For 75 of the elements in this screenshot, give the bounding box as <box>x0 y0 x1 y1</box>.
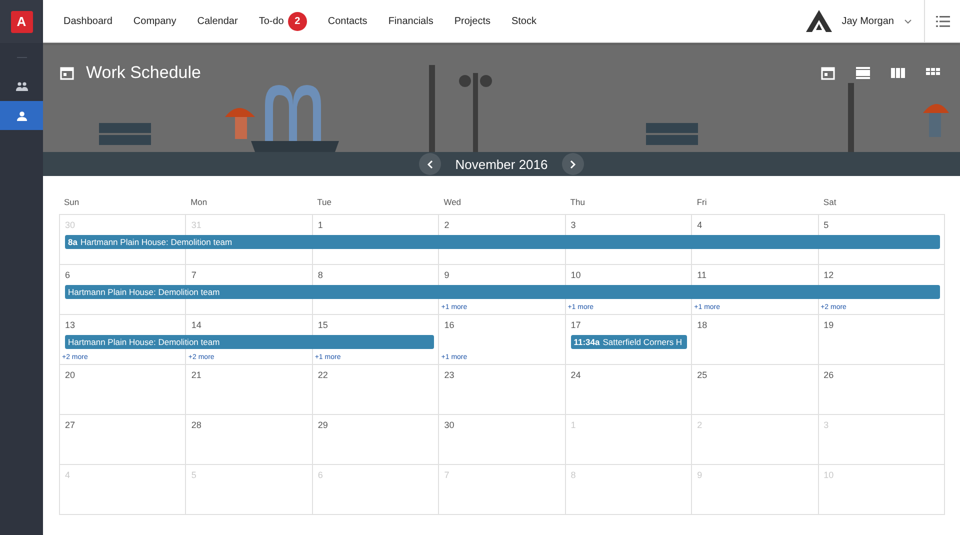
user-name[interactable]: Jay Morgan <box>842 16 894 26</box>
people-icon <box>16 82 28 91</box>
weekday-label: Sun <box>64 197 80 207</box>
lamp-post-drawing <box>848 83 854 152</box>
month-label: November 2016 <box>455 156 548 172</box>
day-number: 30 <box>444 420 454 430</box>
day-number: 26 <box>824 370 834 380</box>
day-number: 21 <box>191 370 202 380</box>
nav-link[interactable]: Stock <box>511 16 536 26</box>
day-number: 18 <box>697 320 708 330</box>
day-number: 2 <box>444 220 450 230</box>
day-number: 12 <box>824 270 834 280</box>
weekday-label: Sat <box>823 197 836 207</box>
view-button[interactable] <box>819 64 837 82</box>
company-logo <box>806 10 832 32</box>
day-number: 20 <box>65 370 76 380</box>
nav-link[interactable]: Projects <box>454 16 490 26</box>
event-bar[interactable]: Hartmann Plain House: Demolition team <box>65 335 434 349</box>
day-number: 7 <box>191 270 196 280</box>
view-button[interactable] <box>854 64 872 82</box>
weekday-label: Mon <box>190 197 208 207</box>
previous-month-button[interactable] <box>419 153 442 175</box>
day-number: 23 <box>444 370 454 380</box>
day-number: 27 <box>65 420 76 430</box>
day-number: 4 <box>697 220 702 230</box>
nav-link[interactable]: Contacts <box>328 16 368 26</box>
columns-icon <box>891 67 905 79</box>
day-number: 25 <box>697 370 708 380</box>
day-number: 15 <box>318 320 328 330</box>
person-icon <box>16 110 26 120</box>
weekday-label: Wed <box>444 197 462 207</box>
calendar-icon <box>821 66 835 80</box>
count-badge: 2 <box>288 12 307 30</box>
day-number: 1 <box>318 220 323 230</box>
chevron-down-icon[interactable] <box>904 18 912 24</box>
weekday-label: Tue <box>317 197 332 207</box>
day-number: 5 <box>824 220 829 230</box>
day-number: 17 <box>570 320 581 330</box>
bench-drawing <box>646 123 698 145</box>
chevron-right-icon <box>570 160 576 168</box>
day-number: 10 <box>570 270 581 280</box>
day-number: 13 <box>65 320 76 330</box>
event-bar[interactable]: 8a Hartmann Plain House: Demolition team <box>65 235 940 249</box>
day-number: 9 <box>444 270 450 280</box>
day-number: 8 <box>318 270 323 280</box>
list-icon <box>936 16 950 26</box>
nav-link[interactable]: Financials <box>388 16 434 26</box>
chevron-left-icon <box>427 160 434 168</box>
day-number: 14 <box>191 320 202 330</box>
event-bar[interactable]: Hartmann Plain House: Demolition team <box>65 285 940 299</box>
nav-link[interactable]: Company <box>133 16 176 26</box>
day-number: 16 <box>444 320 454 330</box>
next-month-button[interactable] <box>562 153 584 175</box>
sidebar-item[interactable] <box>0 101 43 130</box>
event-bar[interactable]: 11:34a Satterfield Corners H <box>570 335 688 349</box>
day-number: 3 <box>570 220 576 230</box>
weekday-label: Fri <box>696 197 707 207</box>
day-number: 6 <box>65 270 70 280</box>
day-number: 29 <box>318 420 328 430</box>
calendar-icon <box>60 66 74 80</box>
list-view-icon <box>856 66 870 80</box>
weekday-label: Thu <box>570 197 585 207</box>
nav-link[interactable]: To-do <box>258 16 284 26</box>
day-number: 19 <box>824 320 834 330</box>
person-with-umbrella-drawing <box>225 108 255 139</box>
person-with-umbrella-drawing <box>923 104 949 137</box>
app-logo[interactable]: A <box>10 10 32 32</box>
bench-drawing <box>99 123 151 145</box>
day-number: 22 <box>318 370 328 380</box>
day-number: 11 <box>697 270 706 280</box>
nav-link[interactable]: Dashboard <box>64 16 112 26</box>
day-number: 28 <box>191 420 202 430</box>
page-title: Work Schedule <box>86 63 202 83</box>
day-number: 24 <box>570 370 581 380</box>
nav-link[interactable]: Calendar <box>197 16 238 26</box>
